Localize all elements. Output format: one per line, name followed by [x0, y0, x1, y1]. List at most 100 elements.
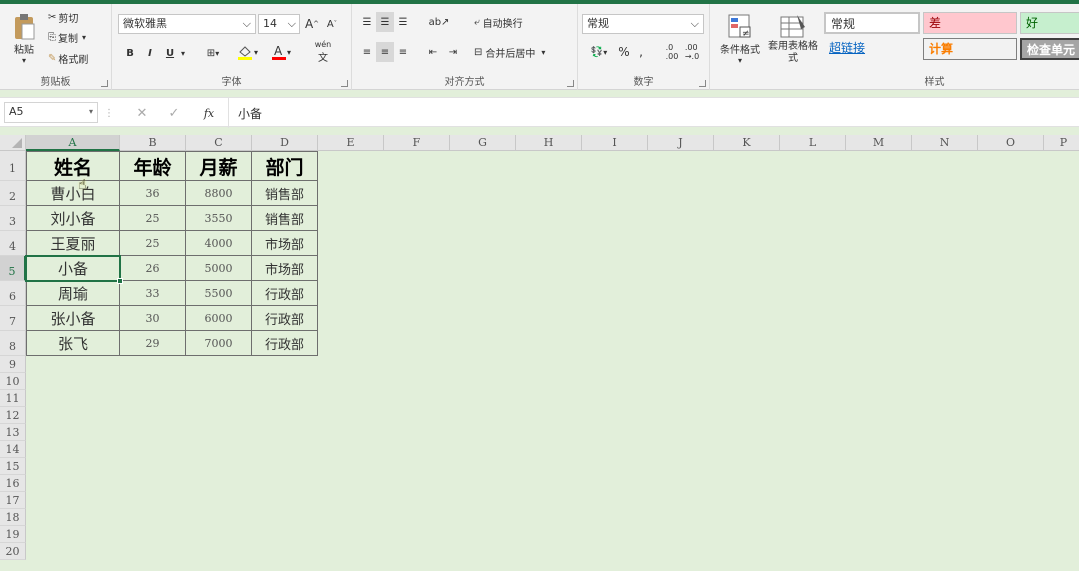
column-header-a[interactable]: A: [26, 135, 120, 151]
font-size-select[interactable]: 14 ⌵: [258, 14, 300, 34]
row-header-13[interactable]: 13: [0, 424, 26, 441]
row-header-19[interactable]: 19: [0, 526, 26, 543]
row-header-8[interactable]: 8: [0, 331, 26, 356]
column-header-h[interactable]: H: [516, 135, 582, 151]
table-cell[interactable]: 销售部: [252, 181, 318, 206]
phonetic-button[interactable]: wén 文: [308, 40, 338, 64]
font-color-button[interactable]: A ▾: [266, 42, 296, 62]
row-header-6[interactable]: 6: [0, 281, 26, 306]
style-normal[interactable]: 常规: [824, 12, 920, 34]
accounting-format-button[interactable]: 💱 ▾: [584, 42, 614, 62]
bottom-align-button[interactable]: ☰: [394, 12, 412, 32]
table-cell[interactable]: 26: [120, 256, 186, 281]
column-header-g[interactable]: G: [450, 135, 516, 151]
align-center-button[interactable]: ≡: [376, 42, 394, 62]
table-cell[interactable]: 刘小备: [26, 206, 120, 231]
enter-icon[interactable]: ✓: [164, 104, 184, 122]
increase-decimal-button[interactable]: .0.00: [662, 42, 682, 62]
table-cell[interactable]: 市场部: [252, 231, 318, 256]
format-painter-button[interactable]: ✎ 格式刷: [48, 50, 88, 66]
table-cell[interactable]: 行政部: [252, 306, 318, 331]
row-header-15[interactable]: 15: [0, 458, 26, 475]
insert-function-button[interactable]: fx: [198, 104, 220, 122]
table-cell[interactable]: 8800: [186, 181, 252, 206]
align-left-button[interactable]: ≡: [358, 42, 376, 62]
column-header-c[interactable]: C: [186, 135, 252, 151]
style-hyperlink[interactable]: 超链接: [824, 38, 920, 60]
dialog-launcher-icon[interactable]: [101, 80, 108, 87]
row-header-10[interactable]: 10: [0, 373, 26, 390]
row-header-7[interactable]: 7: [0, 306, 26, 331]
worksheet-grid[interactable]: ABCDEFGHIJKLMNOP 1 2 3 4 5 6 7 8 9 10 11 12 13 14 15 16…: [0, 135, 1079, 571]
shrink-font-button[interactable]: Aˇ: [324, 14, 340, 34]
font-name-select[interactable]: 微软雅黑 ⌵: [118, 14, 256, 34]
number-format-select[interactable]: 常规 ⌵: [582, 14, 704, 34]
table-cell[interactable]: 30: [120, 306, 186, 331]
table-cell[interactable]: 小备: [26, 256, 120, 281]
table-cell[interactable]: 王夏丽: [26, 231, 120, 256]
row-header-9[interactable]: 9: [0, 356, 26, 373]
column-header-p[interactable]: P: [1044, 135, 1079, 151]
row-header-2[interactable]: 2: [0, 181, 26, 206]
formula-input[interactable]: 小备: [238, 105, 262, 122]
column-header-m[interactable]: M: [846, 135, 912, 151]
column-header-b[interactable]: B: [120, 135, 186, 151]
table-header-cell[interactable]: 部门: [252, 151, 318, 181]
column-header-l[interactable]: L: [780, 135, 846, 151]
orientation-button[interactable]: ab↗: [424, 12, 454, 32]
table-cell[interactable]: 周瑜: [26, 281, 120, 306]
wrap-text-button[interactable]: ⤶ 自动换行: [474, 12, 523, 32]
table-cell[interactable]: 曹小白: [26, 181, 120, 206]
row-header-1[interactable]: 1: [0, 151, 26, 181]
bold-button[interactable]: B: [122, 44, 138, 62]
dialog-launcher-icon[interactable]: [567, 80, 574, 87]
table-cell[interactable]: 5500: [186, 281, 252, 306]
cancel-icon[interactable]: ✕: [132, 104, 152, 122]
column-header-n[interactable]: N: [912, 135, 978, 151]
table-cell[interactable]: 销售部: [252, 206, 318, 231]
column-header-k[interactable]: K: [714, 135, 780, 151]
table-cell[interactable]: 张飞: [26, 331, 120, 356]
column-header-e[interactable]: E: [318, 135, 384, 151]
copy-button[interactable]: ⎘ 复制 ▾: [48, 29, 86, 45]
column-header-f[interactable]: F: [384, 135, 450, 151]
row-header-3[interactable]: 3: [0, 206, 26, 231]
conditional-format-button[interactable]: ≠ 条件格式 ▾: [716, 8, 764, 70]
cut-button[interactable]: ✂ 剪切: [48, 9, 78, 25]
row-header-4[interactable]: 4: [0, 231, 26, 256]
select-all-button[interactable]: [0, 135, 26, 151]
column-header-j[interactable]: J: [648, 135, 714, 151]
top-align-button[interactable]: ☰: [358, 12, 376, 32]
row-header-20[interactable]: 20: [0, 543, 26, 560]
fill-color-button[interactable]: ▾: [232, 42, 262, 62]
column-header-d[interactable]: D: [252, 135, 318, 151]
merge-center-button[interactable]: ⊟ 合并后居中 ▾: [474, 42, 545, 62]
row-header-5[interactable]: 5: [0, 256, 26, 281]
decrease-indent-button[interactable]: ⇤: [424, 42, 442, 62]
table-cell[interactable]: 行政部: [252, 281, 318, 306]
dialog-launcher-icon[interactable]: [341, 80, 348, 87]
grow-font-button[interactable]: A ^: [304, 14, 320, 34]
increase-indent-button[interactable]: ⇥: [444, 42, 462, 62]
fill-handle[interactable]: [117, 278, 123, 284]
table-header-cell[interactable]: 月薪: [186, 151, 252, 181]
paste-button[interactable]: 粘贴 ▾: [6, 8, 42, 70]
table-cell[interactable]: 7000: [186, 331, 252, 356]
dialog-launcher-icon[interactable]: [699, 80, 706, 87]
comma-style-button[interactable]: ,: [634, 42, 648, 62]
table-header-cell[interactable]: 姓名: [26, 151, 120, 181]
table-cell[interactable]: 张小备: [26, 306, 120, 331]
table-cell[interactable]: 3550: [186, 206, 252, 231]
table-cell[interactable]: 市场部: [252, 256, 318, 281]
style-check-cell[interactable]: 检查单元: [1020, 38, 1079, 60]
borders-button[interactable]: ⊞ ▾: [200, 44, 226, 62]
style-good[interactable]: 好: [1020, 12, 1079, 34]
column-header-i[interactable]: I: [582, 135, 648, 151]
name-box[interactable]: A5 ▾: [4, 102, 98, 123]
row-header-16[interactable]: 16: [0, 475, 26, 492]
format-as-table-button[interactable]: 套用表格格式: [766, 8, 820, 70]
percent-button[interactable]: %: [616, 42, 632, 62]
row-header-11[interactable]: 11: [0, 390, 26, 407]
table-cell[interactable]: 33: [120, 281, 186, 306]
table-cell[interactable]: 25: [120, 231, 186, 256]
